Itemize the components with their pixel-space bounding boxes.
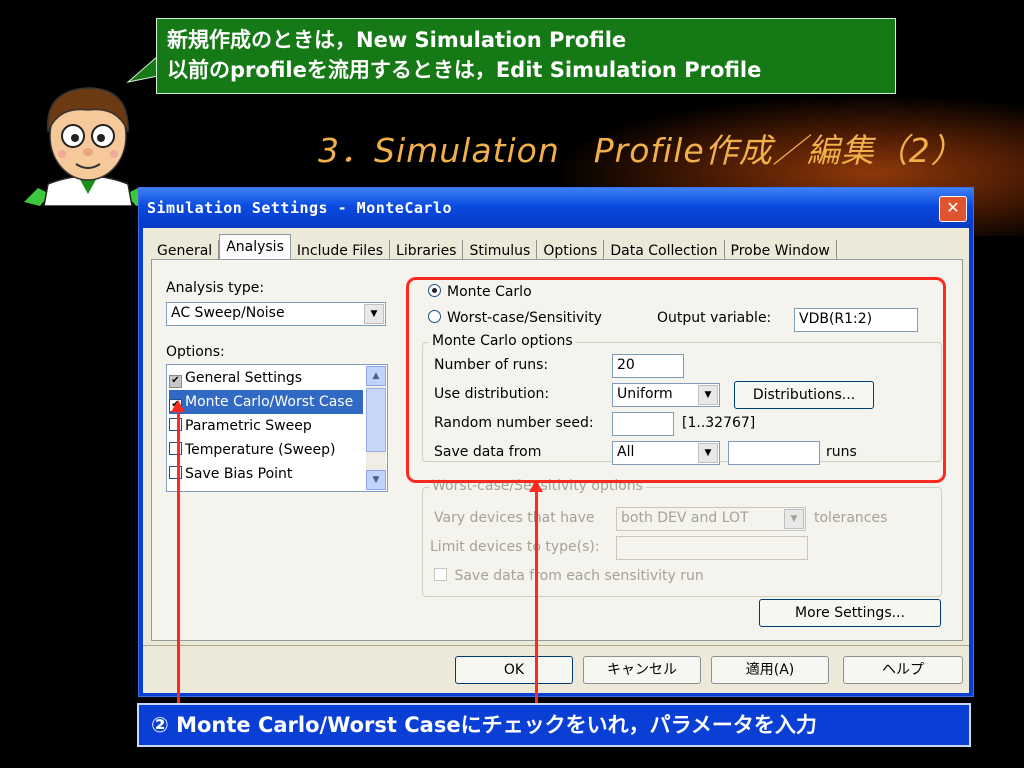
option-general-settings[interactable]: ✔ General Settings — [169, 366, 363, 390]
tab-libraries[interactable]: Libraries — [390, 240, 464, 261]
limit-devices-input[interactable] — [616, 536, 808, 560]
option-monte-carlo[interactable]: ✔ Monte Carlo/Worst Case — [169, 390, 363, 414]
vary-devices-label: Vary devices that have — [434, 510, 595, 526]
callout-box: 新規作成のときは，New Simulation Profile 以前のprofi… — [156, 18, 896, 94]
instruction-banner: ② Monte Carlo/Worst Caseにチェックをいれ，パラメータを入… — [137, 703, 971, 747]
tab-options[interactable]: Options — [537, 240, 605, 261]
arrow-up-icon — [529, 480, 543, 492]
tab-strip: General Analysis Include Files Libraries Sti… — [151, 234, 837, 261]
checkbox-icon[interactable]: ✔ — [169, 375, 182, 388]
option-label: General Settings — [185, 370, 303, 386]
checkbox-icon[interactable] — [169, 418, 182, 431]
apply-button[interactable]: 適用(A) — [711, 656, 829, 684]
tab-stimulus[interactable]: Stimulus — [463, 240, 538, 261]
save-sensitivity-checkbox[interactable]: Save data from each sensitivity run — [434, 568, 704, 584]
close-icon[interactable]: ✕ — [939, 196, 967, 222]
scroll-down-icon[interactable]: ▼ — [366, 470, 386, 490]
slide-background: 新規作成のときは，New Simulation Profile 以前のprofi… — [0, 0, 1024, 768]
button-separator — [143, 645, 969, 646]
tab-analysis[interactable]: Analysis — [219, 234, 291, 261]
chevron-down-icon[interactable]: ▼ — [784, 509, 804, 529]
options-listbox[interactable]: ✔ General Settings ✔ Monte Carlo/Worst Cas… — [166, 364, 388, 492]
cancel-button[interactable]: キャンセル — [583, 656, 701, 684]
option-label: Temperature (Sweep) — [185, 442, 336, 458]
option-label: Monte Carlo/Worst Case — [185, 394, 354, 410]
monte-carlo-highlight-box — [406, 277, 946, 483]
analysis-type-select[interactable]: AC Sweep/Noise ▼ — [166, 302, 386, 326]
arrow-to-box-line — [535, 490, 538, 704]
vary-devices-select[interactable]: both DEV and LOT ▼ — [616, 507, 806, 531]
scroll-thumb[interactable] — [366, 388, 386, 452]
ok-button[interactable]: OK — [455, 656, 573, 684]
limit-devices-label: Limit devices to type(s): — [430, 539, 600, 555]
tab-general[interactable]: General — [151, 240, 220, 261]
arrow-to-option-line — [177, 410, 180, 704]
help-button[interactable]: ヘルプ — [843, 656, 963, 684]
callout-tail — [126, 54, 159, 83]
checkbox-icon[interactable] — [434, 568, 447, 581]
checkbox-icon[interactable] — [169, 466, 182, 479]
option-label: Parametric Sweep — [185, 418, 312, 434]
window-titlebar[interactable]: Simulation Settings - MonteCarlo ✕ — [139, 188, 973, 228]
more-settings-button[interactable]: More Settings... — [759, 599, 941, 627]
tab-data-collection[interactable]: Data Collection — [604, 240, 725, 261]
window-title: Simulation Settings - MonteCarlo — [147, 199, 452, 217]
analysis-type-label: Analysis type: — [166, 280, 265, 296]
tab-include-files[interactable]: Include Files — [291, 240, 391, 261]
tab-probe-window[interactable]: Probe Window — [725, 240, 837, 261]
listbox-scrollbar[interactable]: ▲ ▼ — [366, 366, 386, 490]
slide-title: 3．Simulation Profile作成／編集（2） — [318, 131, 965, 170]
vary-devices-value: both DEV and LOT — [621, 510, 749, 526]
option-temperature-sweep[interactable]: Temperature (Sweep) — [169, 438, 363, 462]
scroll-up-icon[interactable]: ▲ — [366, 366, 386, 386]
option-label: Save Bias Point — [185, 466, 293, 482]
option-save-bias-point[interactable]: Save Bias Point — [169, 462, 363, 486]
analysis-type-value: AC Sweep/Noise — [171, 305, 285, 321]
chevron-down-icon[interactable]: ▼ — [364, 304, 384, 324]
arrow-up-icon — [171, 400, 185, 412]
save-sensitivity-label: Save data from each sensitivity run — [454, 568, 704, 584]
options-label: Options: — [166, 344, 225, 360]
callout-line-1: 新規作成のときは，New Simulation Profile — [167, 28, 627, 52]
checkbox-icon[interactable] — [169, 442, 182, 455]
option-parametric-sweep[interactable]: Parametric Sweep — [169, 414, 363, 438]
tolerances-label: tolerances — [814, 510, 888, 526]
callout-line-2: 以前のprofileを流用するときは，Edit Simulation Profi… — [167, 58, 762, 82]
